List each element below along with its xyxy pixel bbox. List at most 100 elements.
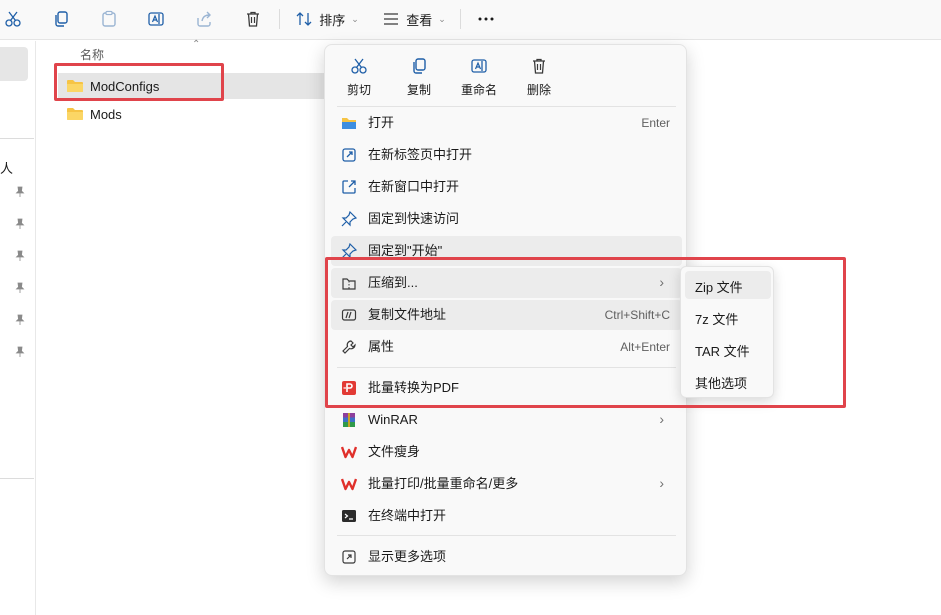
cut-toolbar-button[interactable] <box>2 6 24 32</box>
rename-icon <box>148 12 164 26</box>
menu-item-label: 在新标签页中打开 <box>368 147 473 162</box>
wrench-icon <box>342 340 356 354</box>
menu-item-open-new-tab[interactable]: 在新标签页中打开 <box>331 140 682 170</box>
file-row[interactable]: ModConfigs <box>58 73 328 99</box>
rename-button[interactable]: 重命名 <box>456 55 502 99</box>
shortcut-text: Enter <box>641 116 670 130</box>
cut-icon <box>5 11 21 27</box>
menu-divider <box>337 367 676 368</box>
rename-icon <box>471 59 487 73</box>
archive-icon <box>342 278 356 290</box>
navigation-pane: 人 <box>0 41 36 615</box>
view-label: 查看 <box>406 12 433 28</box>
menu-item-label: 打开 <box>368 115 395 130</box>
sort-label: 排序 <box>319 12 346 28</box>
toolbar-divider <box>460 9 461 29</box>
menu-item-label: 压缩到... <box>368 275 418 290</box>
menu-item-pin-start[interactable]: 固定到"开始" <box>331 236 682 266</box>
submenu-item-other[interactable]: 其他选项 <box>685 367 771 395</box>
context-menu: 剪切 复制 重命名 删除 打开 Enter 在新标签页中打开 在新窗口中打开 固… <box>324 44 687 576</box>
compress-submenu: Zip 文件 7z 文件 TAR 文件 其他选项 <box>680 266 774 398</box>
menu-item-show-more-options[interactable]: 显示更多选项 <box>331 542 682 572</box>
folder-open-icon <box>342 118 356 129</box>
pdf-convert-icon <box>342 381 356 395</box>
winrar-icon <box>343 413 355 427</box>
menu-item-label: WinRAR <box>368 412 418 427</box>
menu-item-copy-path[interactable]: 复制文件地址 Ctrl+Shift+C <box>331 300 682 330</box>
submenu-item-label: Zip 文件 <box>695 280 743 295</box>
nav-item-label-partial[interactable]: 人 <box>0 158 13 177</box>
submenu-item-zip[interactable]: Zip 文件 <box>685 271 771 299</box>
copy-path-icon <box>341 309 357 321</box>
menu-item-batch-pdf[interactable]: 批量转换为PDF <box>331 373 682 403</box>
view-icon <box>384 13 399 25</box>
menu-item-label: 固定到"开始" <box>368 243 443 258</box>
file-name: Mods <box>90 106 122 122</box>
copy-toolbar-button[interactable] <box>48 6 74 32</box>
rename-toolbar-button[interactable] <box>143 6 169 32</box>
menu-item-pin-quick-access[interactable]: 固定到快速访问 <box>331 204 682 234</box>
delete-button[interactable]: 删除 <box>516 55 562 99</box>
menu-item-label: 显示更多选项 <box>368 549 447 564</box>
menu-item-winrar[interactable]: WinRAR › <box>331 405 682 435</box>
nav-item-selected[interactable] <box>0 47 28 81</box>
menu-item-label: 批量打印/批量重命名/更多 <box>368 476 519 491</box>
chevron-down-icon: ⌄ <box>438 13 446 24</box>
shortcut-text: Alt+Enter <box>620 340 670 354</box>
more-icon <box>478 17 494 21</box>
pin-start-icon <box>341 243 357 259</box>
pin-icon <box>15 314 25 325</box>
pin-icon <box>15 250 25 261</box>
submenu-item-7z[interactable]: 7z 文件 <box>685 303 771 331</box>
menu-item-file-slim[interactable]: 文件瘦身 <box>331 437 682 467</box>
cut-icon <box>351 58 367 74</box>
wps-icon <box>341 446 357 459</box>
paste-toolbar-button[interactable] <box>96 6 122 32</box>
menu-item-label: 文件瘦身 <box>368 444 421 459</box>
cut-button[interactable]: 剪切 <box>336 55 382 99</box>
delete-label: 删除 <box>526 83 551 97</box>
rename-label: 重命名 <box>460 83 497 97</box>
view-button[interactable]: 查看 ⌄ <box>382 6 446 32</box>
copy-label: 复制 <box>406 83 431 97</box>
wps-icon <box>341 478 357 491</box>
pin-icon <box>15 186 25 197</box>
submenu-item-tar[interactable]: TAR 文件 <box>685 335 771 363</box>
menu-item-batch-print-rename[interactable]: 批量打印/批量重命名/更多 › <box>331 469 682 499</box>
menu-item-properties[interactable]: 属性 Alt+Enter <box>331 332 682 362</box>
new-window-icon <box>342 180 356 194</box>
submenu-item-label: 7z 文件 <box>695 312 739 327</box>
pin-icon <box>341 211 357 227</box>
column-header-name[interactable]: 名称 <box>80 46 104 63</box>
file-row[interactable]: Mods <box>58 101 328 127</box>
menu-item-label: 在终端中打开 <box>368 508 447 523</box>
chevron-right-icon: › <box>659 475 664 491</box>
cut-label: 剪切 <box>346 83 371 97</box>
terminal-icon <box>342 510 356 522</box>
share-toolbar-button[interactable] <box>191 6 217 32</box>
pin-icon <box>15 346 25 357</box>
menu-item-open[interactable]: 打开 Enter <box>331 108 682 138</box>
delete-icon <box>533 58 545 74</box>
copy-icon <box>413 58 426 74</box>
menu-item-label: 在新窗口中打开 <box>368 179 460 194</box>
shortcut-text: Ctrl+Shift+C <box>604 308 670 322</box>
menu-divider <box>337 535 676 536</box>
folder-icon <box>67 80 83 92</box>
paste-icon <box>102 10 116 27</box>
more-button[interactable] <box>474 6 498 32</box>
delete-toolbar-button[interactable] <box>240 6 266 32</box>
copy-icon <box>55 11 68 27</box>
menu-item-label: 复制文件地址 <box>368 307 447 322</box>
delete-icon <box>247 11 259 27</box>
menu-item-compress-to[interactable]: 压缩到... › <box>331 268 682 298</box>
pin-icon <box>15 218 25 229</box>
submenu-item-label: TAR 文件 <box>695 344 750 359</box>
sort-button[interactable]: 排序 ⌄ <box>294 6 360 32</box>
toolbar-divider <box>279 9 280 29</box>
copy-button[interactable]: 复制 <box>396 55 442 99</box>
menu-item-open-new-window[interactable]: 在新窗口中打开 <box>331 172 682 202</box>
menu-item-open-terminal[interactable]: 在终端中打开 <box>331 501 682 531</box>
menu-item-label: 属性 <box>368 339 395 354</box>
pin-icon <box>15 282 25 293</box>
